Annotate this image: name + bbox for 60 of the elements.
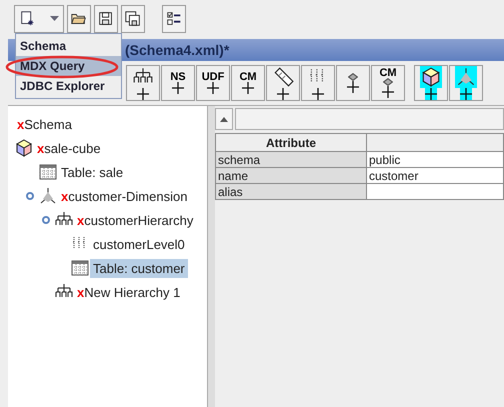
add-text-shape-button[interactable]: CM <box>371 65 405 101</box>
open-button[interactable] <box>67 5 91 33</box>
menu-item[interactable]: JDBC Explorer <box>16 76 121 96</box>
table-cell: alias <box>216 184 366 200</box>
column-header: Attribute <box>216 134 366 152</box>
table-cell: schema <box>216 152 366 168</box>
add-eraser-button[interactable] <box>266 65 300 101</box>
plus-icon <box>312 88 324 100</box>
plus-icon <box>207 82 219 94</box>
plus-icon <box>242 82 254 94</box>
add-text-button[interactable]: CM <box>231 65 265 101</box>
plus-icon <box>347 81 359 93</box>
expand-handle[interactable] <box>42 216 50 224</box>
dimension-icon <box>38 186 58 206</box>
preferences-icon <box>165 10 183 28</box>
save-as-icon <box>124 10 142 28</box>
scroll-up-button[interactable] <box>215 108 233 130</box>
preferences-button[interactable] <box>162 5 186 33</box>
tree-item[interactable]: xNew Hierarchy 1 <box>74 282 184 302</box>
plus-icon <box>137 88 149 100</box>
table-icon <box>38 162 58 182</box>
save-as-button[interactable] <box>121 5 145 33</box>
plus-icon <box>425 88 437 100</box>
tree-item[interactable]: customerLevel0 <box>90 234 188 254</box>
save-button[interactable] <box>94 5 118 33</box>
up-arrow-icon <box>220 116 228 122</box>
tree-item[interactable]: xsale-cube <box>34 138 104 158</box>
add-shape-button[interactable] <box>336 65 370 101</box>
add-text-button[interactable]: UDF <box>196 65 230 101</box>
tree-item[interactable]: xcustomerHierarchy <box>74 210 196 230</box>
text-field[interactable] <box>235 108 504 130</box>
plus-icon <box>382 86 394 98</box>
eraser-icon <box>272 66 294 88</box>
splitter-handle[interactable] <box>207 106 215 407</box>
add-level-button[interactable] <box>301 65 335 101</box>
table-cell: public <box>366 152 504 168</box>
plus-icon <box>460 88 472 100</box>
plus-icon <box>277 88 289 100</box>
save-icon <box>97 10 115 28</box>
cube-icon <box>14 138 34 158</box>
menu-item[interactable]: Schema <box>16 36 121 56</box>
dropdown-caret-icon <box>50 16 59 22</box>
table-cell: name <box>216 168 366 184</box>
diamond-icon <box>348 73 358 81</box>
cube-icon <box>420 66 442 88</box>
diamond-icon <box>383 78 393 86</box>
add-text-button[interactable]: NS <box>161 65 195 101</box>
table-icon <box>70 258 90 278</box>
dimension-icon <box>455 66 477 88</box>
new-button[interactable] <box>14 5 64 33</box>
table-cell: customer <box>366 168 504 184</box>
plus-icon <box>172 82 184 94</box>
tree-item[interactable]: xcustomer-Dimension <box>58 186 190 206</box>
add-cube-button[interactable] <box>414 65 448 101</box>
tree-item[interactable]: Table: sale <box>58 162 126 182</box>
add-dimension-button[interactable] <box>449 65 483 101</box>
add-hierarchy-button[interactable] <box>126 65 160 101</box>
tree-item[interactable]: Table: customer <box>90 258 188 278</box>
tree-item[interactable]: xSchema <box>14 114 75 134</box>
expand-handle[interactable] <box>26 192 34 200</box>
